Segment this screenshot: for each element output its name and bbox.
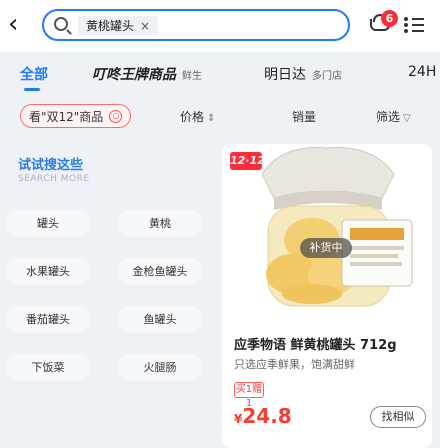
keyword-chip[interactable]: 鱼罐头 (118, 306, 202, 333)
product-description: 只选应季鲜果，饱满甜鲜 (234, 358, 355, 371)
sales-sort-label: 销量 (292, 110, 317, 124)
suggestion-panel: 试试搜这些 SEARCH MORE 罐头 黄桃 水果罐头 金枪鱼罐头 番茄罐头 … (0, 140, 220, 448)
suggestion-subtitle: SEARCH MORE (18, 174, 90, 184)
funnel-icon: ▽ (403, 113, 411, 124)
filter-label: 筛选 (376, 110, 401, 124)
search-bar[interactable]: 黄桃罐头 × (42, 9, 350, 41)
cart-count-badge: 6 (381, 10, 398, 27)
tab-dingdong-sub: 鲜生 (182, 71, 202, 82)
search-icon (54, 17, 68, 31)
keyword-chip[interactable]: 下饭菜 (6, 354, 90, 381)
double12-filter-pill[interactable]: 看"双12"商品 ○ (20, 104, 132, 128)
active-tab-indicator (24, 88, 40, 91)
product-price: ¥24.8 (234, 404, 292, 428)
top-bar: ‹ 黄桃罐头 × 6 (0, 0, 440, 52)
search-keyword-chip[interactable]: 黄桃罐头 × (78, 16, 159, 35)
tab-next-day-label: 明日达 (264, 67, 306, 83)
tab-next-day[interactable]: 明日达 多门店 (264, 64, 342, 84)
toggle-circle-icon: ○ (109, 109, 123, 123)
filter-row: 看"双12"商品 ○ 价格 ⇕ 销量 筛选 ▽ (0, 104, 440, 132)
keyword-chip[interactable]: 罐头 (6, 210, 90, 237)
price-sort[interactable]: 价格 ⇕ (180, 108, 215, 125)
product-card[interactable]: 12·12 补货中 应季物语 鲜黄桃罐头 712g 只选应季鲜果，饱满甜鲜 买1… (222, 144, 432, 448)
keyword-chip[interactable]: 金枪鱼罐头 (118, 258, 202, 285)
back-arrow-icon[interactable]: ‹ (8, 11, 30, 38)
double12-filter-label: 看"双12"商品 (29, 109, 104, 124)
tab-all-label: 全部 (20, 67, 48, 83)
sales-sort[interactable]: 销量 (292, 108, 316, 125)
tab-24h[interactable]: 24H (408, 64, 436, 80)
filter-button[interactable]: 筛选 ▽ (376, 108, 411, 125)
tab-dingdong-label: 叮咚王牌商品 (92, 67, 176, 83)
category-tabs: 全部 叮咚王牌商品 鲜生 明日达 多门店 24H (0, 56, 440, 94)
tab-all[interactable]: 全部 (20, 64, 48, 84)
keyword-chip[interactable]: 火腿肠 (118, 354, 202, 381)
promo-1212-tag: 12·12 (230, 152, 265, 170)
keyword-chip[interactable]: 黄桃 (118, 210, 202, 237)
sort-arrows-icon: ⇕ (207, 113, 216, 124)
suggestion-title: 试试搜这些 (18, 158, 84, 173)
product-title[interactable]: 应季物语 鲜黄桃罐头 712g (234, 334, 397, 353)
find-similar-button[interactable]: 找相似 (370, 406, 426, 428)
search-keyword-text: 黄桃罐头 (86, 19, 135, 33)
chip-close-icon[interactable]: × (140, 19, 150, 33)
price-sort-label: 价格 (180, 110, 205, 124)
tab-24h-label: 24H (408, 64, 437, 80)
tab-dingdong-brand[interactable]: 叮咚王牌商品 鲜生 (92, 64, 202, 84)
restock-badge: 补货中 (300, 238, 352, 258)
price-value: 24.8 (242, 404, 292, 428)
search-results-page: ‹ 黄桃罐头 × 6 全部 叮咚王牌商品 鲜生 明日达 多门店 24H 看"双1… (0, 0, 440, 448)
tab-next-day-sub: 多门店 (312, 71, 342, 82)
keyword-chip[interactable]: 番茄罐头 (6, 306, 90, 333)
promotion-badge: 买1赠1 (234, 382, 264, 409)
list-menu-icon[interactable] (404, 16, 424, 34)
keyword-chip[interactable]: 水果罐头 (6, 258, 90, 285)
